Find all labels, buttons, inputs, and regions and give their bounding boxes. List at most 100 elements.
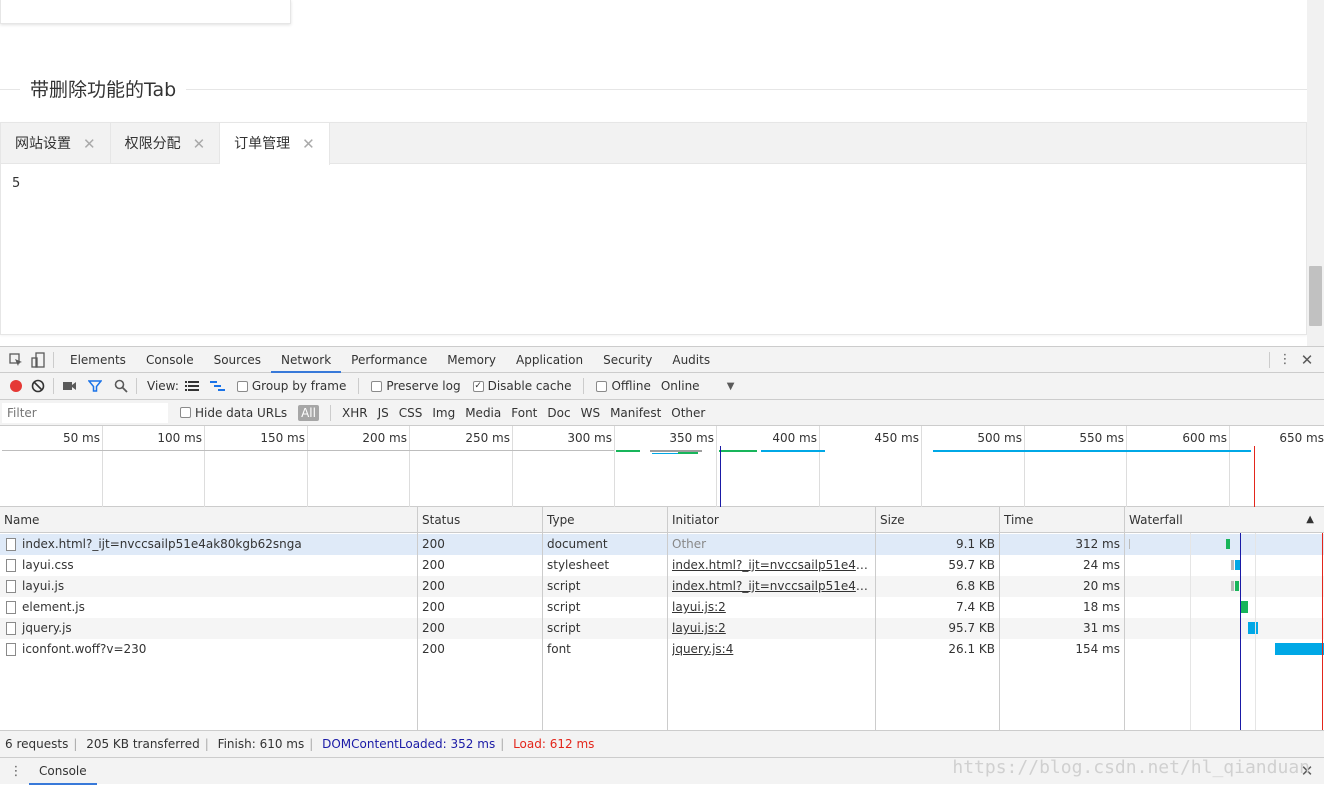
table-row[interactable]: element.js 200 script layui.js:2 7.4 KB … [0,597,1324,618]
checkbox-box[interactable] [236,380,248,392]
column-header-waterfall[interactable]: Waterfall ▲ [1125,507,1324,533]
panel-tab-security[interactable]: Security [593,347,662,373]
request-name[interactable]: layui.js [6,576,414,597]
request-initiator-link[interactable]: index.html?_ijt=nvccsailp51e4ak80k... [672,576,872,597]
table-row[interactable]: jquery.js 200 script layui.js:2 95.7 KB … [0,618,1324,639]
dropdown-arrow-icon[interactable]: ▼ [722,377,740,395]
panel-tab-performance[interactable]: Performance [341,347,437,373]
filter-type-all[interactable]: All [298,404,319,421]
request-size: 26.1 KB [948,642,995,656]
filter-type-js[interactable]: JS [378,406,389,420]
request-initiator-link[interactable]: index.html?_ijt=nvccsailp51e4ak80k... [672,555,872,576]
device-toolbar-icon[interactable] [29,351,47,369]
hide-data-urls-checkbox[interactable]: Hide data URLs [180,406,287,420]
filter-icon[interactable] [86,377,104,395]
column-header-status[interactable]: Status [418,507,543,533]
timeline-overview[interactable]: 50 ms 100 ms 150 ms 200 ms 250 ms 300 ms… [0,426,1324,507]
filter-type-css[interactable]: CSS [399,406,423,420]
drawer-tab-console[interactable]: Console [29,758,97,785]
filter-type-ws[interactable]: WS [581,406,600,420]
request-initiator-link[interactable]: layui.js:2 [672,597,872,618]
timeline-tick: 500 ms [977,426,1025,507]
request-type: font [547,642,571,656]
waterfall-bar-queued [1231,581,1234,591]
waterfall-bar [1248,622,1258,634]
close-icon[interactable]: ✕ [83,124,96,164]
request-status: 200 [422,642,445,656]
request-name[interactable]: iconfont.woff?v=230 [6,639,414,660]
tab-orders[interactable]: 订单管理 ✕ [220,123,330,165]
panel-tab-sources[interactable]: Sources [204,347,271,373]
preserve-log-checkbox[interactable]: Preserve log [371,379,461,393]
filter-type-xhr[interactable]: XHR [342,406,368,420]
column-header-size[interactable]: Size [876,507,1000,533]
clear-icon[interactable] [29,377,47,395]
request-time: 312 ms [1075,537,1120,551]
tab-bar: 网站设置 ✕ 权限分配 ✕ 订单管理 ✕ [1,123,1306,165]
request-initiator: Other [672,537,707,551]
network-toolbar: View: Group by frame Preserve log ✓ Disa… [0,373,1324,400]
record-icon[interactable] [7,377,25,395]
close-icon[interactable]: ✕ [302,124,315,164]
offline-checkbox[interactable]: Offline [596,379,651,393]
toolbar-divider [53,378,54,394]
tab-permissions[interactable]: 权限分配 ✕ [111,123,221,164]
inspect-element-icon[interactable] [7,351,25,369]
sort-ascending-icon[interactable]: ▲ [1306,507,1314,533]
table-row[interactable]: index.html?_ijt=nvccsailp51e4ak80kgb62sn… [0,534,1324,555]
waterfall-gridline [1190,533,1191,730]
scrollbar-thumb[interactable] [1309,266,1322,326]
filter-input[interactable] [2,402,168,423]
large-rows-icon[interactable] [183,377,201,395]
column-header-initiator[interactable]: Initiator [668,507,876,533]
close-icon[interactable]: ✕ [193,124,206,164]
column-header-time[interactable]: Time [1000,507,1125,533]
waterfall-bar-queued [1231,560,1234,570]
capture-screenshots-icon[interactable] [60,377,78,395]
waterfall-view-icon[interactable] [209,377,227,395]
panel-tab-elements[interactable]: Elements [60,347,136,373]
disable-cache-checkbox[interactable]: ✓ Disable cache [472,379,571,393]
section-title-text: 带删除功能的Tab [20,78,187,102]
section-divider [0,89,1307,90]
drawer-menu-icon[interactable]: ⋮ [7,762,25,780]
table-row[interactable]: iconfont.woff?v=230 200 font jquery.js:4… [0,639,1324,660]
checkbox-box[interactable] [180,407,191,418]
request-name[interactable]: layui.css [6,555,414,576]
filter-type-font[interactable]: Font [511,406,537,420]
column-header-type[interactable]: Type [543,507,668,533]
panel-tab-application[interactable]: Application [506,347,593,373]
checkbox-label: Offline [611,379,651,393]
table-row[interactable]: layui.css 200 stylesheet index.html?_ijt… [0,555,1324,576]
filter-type-img[interactable]: Img [432,406,455,420]
group-by-frame-checkbox[interactable]: Group by frame [236,379,346,393]
more-options-icon[interactable]: ⋮ [1276,351,1294,369]
filter-type-manifest[interactable]: Manifest [610,406,661,420]
close-devtools-icon[interactable]: ✕ [1298,351,1316,369]
timeline-tick: 100 ms [157,426,205,507]
filter-type-other[interactable]: Other [671,406,705,420]
filter-type-media[interactable]: Media [465,406,501,420]
panel-tab-network[interactable]: Network [271,347,342,373]
panel-tab-memory[interactable]: Memory [437,347,506,373]
request-status: 200 [422,537,445,551]
column-header-name[interactable]: Name [0,507,418,533]
request-name[interactable]: jquery.js [6,618,414,639]
filter-bar: Hide data URLs All XHR JS CSS Img Media … [0,400,1324,426]
page-scrollbar[interactable] [1307,0,1324,346]
request-name[interactable]: element.js [6,597,414,618]
checkbox-box[interactable] [596,380,608,392]
network-summary-bar: 6 requests | 205 KB transferred | Finish: … [0,730,1324,757]
request-initiator-link[interactable]: jquery.js:4 [672,639,872,660]
checkbox-box-checked[interactable]: ✓ [472,380,484,392]
throttling-select[interactable]: Online [661,379,700,393]
filter-type-doc[interactable]: Doc [547,406,570,420]
panel-tab-audits[interactable]: Audits [662,347,720,373]
table-row[interactable]: layui.js 200 script index.html?_ijt=nvcc… [0,576,1324,597]
panel-tab-console[interactable]: Console [136,347,204,373]
request-name[interactable]: index.html?_ijt=nvccsailp51e4ak80kgb62sn… [6,534,414,555]
request-initiator-link[interactable]: layui.js:2 [672,618,872,639]
search-icon[interactable] [112,377,130,395]
tab-site-settings[interactable]: 网站设置 ✕ [1,123,111,164]
checkbox-box[interactable] [371,380,383,392]
